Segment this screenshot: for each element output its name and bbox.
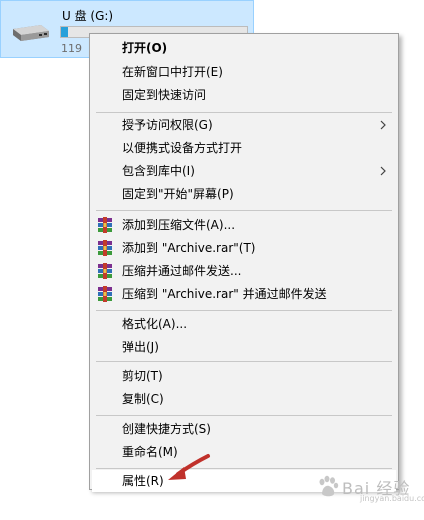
menu-item-label: 包含到库中(I)	[122, 164, 195, 178]
menu-item-label: 固定到快速访问	[122, 88, 207, 102]
watermark-url: jingyan.baidu.com	[360, 494, 424, 503]
menu-item-grant-access[interactable]: 授予访问权限(G)	[92, 114, 396, 136]
menu-item-label: 添加到压缩文件(A)...	[122, 218, 236, 232]
menu-item-label: 弹出(J)	[122, 340, 159, 354]
menu-item-pin-start[interactable]: 固定到"开始"屏幕(P)	[92, 183, 396, 205]
menu-item-label: 属性(R)	[122, 474, 164, 488]
menu-item-add-archive-rar[interactable]: 添加到 "Archive.rar"(T)	[92, 237, 396, 259]
menu-item-open-portable[interactable]: 以便携式设备方式打开	[92, 137, 396, 159]
menu-item-label: 压缩到 "Archive.rar" 并通过邮件发送	[122, 287, 327, 301]
watermark: Bai 经验 jingyan.baidu.com	[316, 470, 424, 504]
menu-item-label: 剪切(T)	[122, 369, 163, 383]
winrar-icon	[98, 286, 112, 302]
menu-separator	[96, 112, 392, 113]
menu-item-label: 固定到"开始"屏幕(P)	[122, 187, 234, 201]
usb-drive-icon	[13, 25, 49, 41]
menu-item-open-new-window[interactable]: 在新窗口中打开(E)	[92, 61, 396, 83]
menu-item-cut[interactable]: 剪切(T)	[92, 365, 396, 387]
menu-item-label: 以便携式设备方式打开	[122, 141, 243, 155]
menu-item-label: 打开(O)	[122, 41, 168, 55]
menu-item-create-shortcut[interactable]: 创建快捷方式(S)	[92, 418, 396, 440]
drive-size-text: 119	[61, 42, 82, 55]
drive-usage-fill	[61, 27, 69, 37]
menu-item-label: 添加到 "Archive.rar"(T)	[122, 241, 256, 255]
chevron-right-icon	[380, 120, 386, 130]
menu-item-open[interactable]: 打开(O)	[92, 37, 396, 59]
menu-item-label: 创建快捷方式(S)	[122, 422, 211, 436]
menu-item-label: 授予访问权限(G)	[122, 118, 213, 132]
menu-separator	[96, 361, 392, 362]
drive-name: U 盘 (G:)	[62, 9, 114, 23]
winrar-icon	[98, 263, 112, 279]
menu-separator	[96, 415, 392, 416]
menu-item-add-archive[interactable]: 添加到压缩文件(A)...	[92, 214, 396, 236]
menu-item-pin-quick-access[interactable]: 固定到快速访问	[92, 84, 396, 106]
winrar-icon	[98, 217, 112, 233]
menu-item-label: 在新窗口中打开(E)	[122, 65, 223, 79]
menu-item-label: 压缩并通过邮件发送...	[122, 264, 242, 278]
context-menu: 打开(O) 在新窗口中打开(E) 固定到快速访问 授予访问权限(G) 以便携式设…	[89, 33, 399, 492]
menu-separator	[96, 468, 392, 469]
menu-item-format[interactable]: 格式化(A)...	[92, 313, 396, 335]
menu-separator	[96, 310, 392, 311]
menu-item-label: 复制(C)	[122, 392, 164, 406]
menu-item-label: 格式化(A)...	[122, 317, 188, 331]
chevron-right-icon	[380, 166, 386, 176]
menu-item-compress-rar-email[interactable]: 压缩到 "Archive.rar" 并通过邮件发送	[92, 283, 396, 305]
menu-item-rename[interactable]: 重命名(M)	[92, 441, 396, 463]
baidu-paw-icon	[319, 475, 339, 497]
menu-separator	[96, 210, 392, 211]
menu-item-copy[interactable]: 复制(C)	[92, 388, 396, 410]
annotation-arrow-icon	[168, 454, 210, 480]
menu-item-eject[interactable]: 弹出(J)	[92, 336, 396, 358]
menu-item-include-library[interactable]: 包含到库中(I)	[92, 160, 396, 182]
menu-item-compress-email[interactable]: 压缩并通过邮件发送...	[92, 260, 396, 282]
winrar-icon	[98, 240, 112, 256]
